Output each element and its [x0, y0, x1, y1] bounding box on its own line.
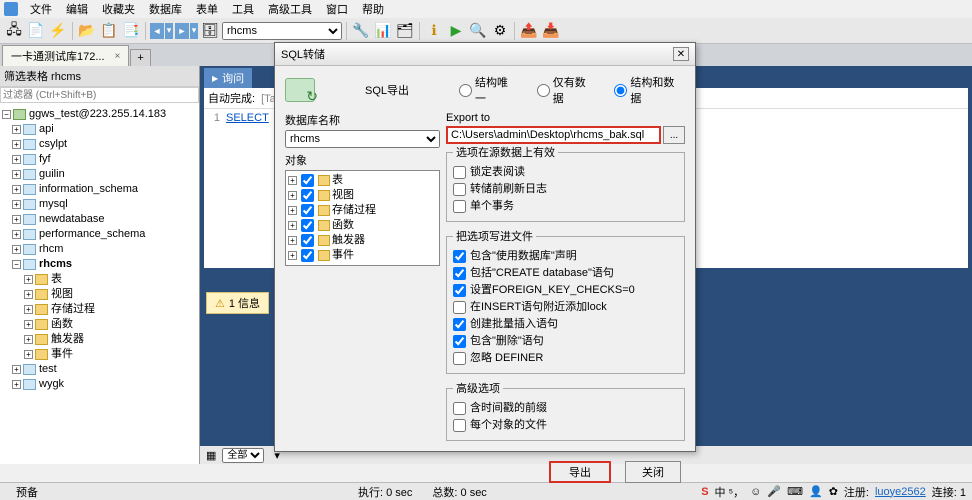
menu-table[interactable]: 表单 [190, 0, 224, 18]
folder-icon [35, 274, 48, 285]
menubar: 文件 编辑 收藏夹 数据库 表单 工具 高级工具 窗口 帮助 [0, 0, 972, 18]
tray-kbd-icon[interactable]: ⌨ [787, 485, 803, 498]
tab-connection[interactable]: 一卡通测试库172...× [2, 45, 129, 66]
menu-tools[interactable]: 工具 [226, 0, 260, 18]
grid-icon[interactable]: ▦ [206, 449, 216, 462]
play-icon[interactable]: ▶ [446, 21, 466, 41]
status-reg-label: 注册: [844, 484, 869, 500]
cfg-icon[interactable]: ⚙ [490, 21, 510, 41]
advanced-options: 高级选项 含时间戳的前缀 每个对象的文件 [446, 380, 685, 441]
objects-label: 对象 [285, 152, 440, 168]
nav-back[interactable]: ◄▾ [150, 23, 173, 39]
status-ready: 预备 [6, 484, 48, 500]
new-conn-icon[interactable]: 🖧 [4, 21, 24, 41]
close-dialog-button[interactable]: 关闭 [625, 461, 681, 483]
database-icon [23, 259, 36, 270]
tool5-icon[interactable]: 📥 [541, 21, 561, 41]
find-icon[interactable]: 🔍 [468, 21, 488, 41]
menu-advtools[interactable]: 高级工具 [262, 0, 318, 18]
save-icon[interactable]: 📋 [99, 21, 119, 41]
app-icon [4, 2, 18, 16]
help-icon[interactable]: ℹ [424, 21, 444, 41]
sql-export-icon [285, 78, 315, 102]
menu-window[interactable]: 窗口 [320, 0, 354, 18]
db-icon: 🗄 [200, 21, 220, 41]
db-name-label: 数据库名称 [285, 112, 440, 128]
copy-icon[interactable]: 📑 [121, 21, 141, 41]
status-user-link[interactable]: luoye2562 [875, 486, 926, 498]
expand-icon[interactable]: + [12, 125, 21, 134]
tool2-icon[interactable]: 📊 [373, 21, 393, 41]
db-select[interactable]: rhcms [285, 130, 440, 148]
filter-input[interactable] [0, 87, 199, 103]
tray-ime-text[interactable]: 中 ⁵， [715, 484, 745, 500]
tray-gear-icon[interactable]: ✿ [829, 485, 838, 498]
source-options: 选项在源数据上有效 锁定表阅读 转储前刷新日志 单个事务 [446, 144, 685, 222]
objects-tree[interactable]: +表 +视图 +存储过程 +函数 +触发器 +事件 [285, 170, 440, 266]
close-icon[interactable]: × [115, 51, 121, 62]
collapse-icon[interactable]: − [2, 110, 11, 119]
browse-button[interactable]: ... [663, 126, 685, 144]
collapse-icon[interactable]: − [12, 260, 21, 269]
sidebar: 筛选表格 rhcms −ggws_test@223.255.14.183 +ap… [0, 66, 200, 464]
new-query-icon[interactable]: 📄 [26, 21, 46, 41]
execute-icon[interactable]: ⚡ [48, 21, 68, 41]
menu-fav[interactable]: 收藏夹 [96, 0, 141, 18]
menu-edit[interactable]: 编辑 [60, 0, 94, 18]
tray-sogou-icon[interactable]: S [701, 486, 708, 498]
db-tree[interactable]: −ggws_test@223.255.14.183 +api +csylpt +… [0, 103, 199, 464]
menu-help[interactable]: 帮助 [356, 0, 390, 18]
main-toolbar: 🖧 📄 ⚡ 📂 📋 📑 ◄▾ ►▾ 🗄 rhcms 🔧 📊 🗂 ℹ ▶ 🔍 ⚙ … [0, 18, 972, 44]
tool1-icon[interactable]: 🔧 [351, 21, 371, 41]
export-mode-radios: 结构唯一 仅有数据 结构和数据 [459, 74, 685, 106]
menu-file[interactable]: 文件 [24, 0, 58, 18]
export-button[interactable]: 导出 [549, 461, 611, 483]
radio-structure[interactable]: 结构唯一 [459, 74, 519, 106]
db-selector[interactable]: rhcms [222, 22, 342, 40]
menu-db[interactable]: 数据库 [143, 0, 188, 18]
file-options: 把选项写进文件 包含"使用数据库"声明 包括"CREATE database"语… [446, 228, 685, 374]
folder-icon [318, 175, 330, 186]
status-conn: 连接: 1 [932, 484, 966, 500]
sql-export-label: SQL导出 [365, 82, 409, 98]
tab-add[interactable]: + [130, 49, 150, 66]
autocomplete-label: 自动完成: [208, 90, 255, 106]
radio-both[interactable]: 结构和数据 [614, 74, 685, 106]
close-button[interactable]: ✕ [673, 47, 689, 61]
tab-info[interactable]: 1 信息 [206, 292, 269, 314]
open-icon[interactable]: 📂 [77, 21, 97, 41]
tray-person-icon[interactable]: 👤 [809, 485, 823, 498]
sidebar-title: 筛选表格 rhcms [0, 66, 199, 87]
export-path-input[interactable] [446, 126, 661, 144]
tab-query[interactable]: 询问 [204, 68, 252, 88]
server-icon [13, 109, 26, 120]
tray-smile-icon[interactable]: ☺ [750, 486, 761, 498]
tool4-icon[interactable]: 📤 [519, 21, 539, 41]
tray-mic-icon[interactable]: 🎤 [767, 485, 781, 498]
sql-keyword: SELECT [226, 112, 269, 124]
dialog-titlebar[interactable]: SQL转储 ✕ [275, 43, 695, 66]
database-icon [23, 124, 36, 135]
radio-data[interactable]: 仅有数据 [537, 74, 597, 106]
tool3-icon[interactable]: 🗂 [395, 21, 415, 41]
nav-fwd[interactable]: ►▾ [175, 23, 198, 39]
sql-dump-dialog: SQL转储 ✕ SQL导出 结构唯一 仅有数据 结构和数据 数据库名称 rhcm… [274, 42, 696, 452]
filter-select[interactable]: 全部 [222, 448, 264, 463]
export-to-label: Export to [446, 112, 685, 124]
